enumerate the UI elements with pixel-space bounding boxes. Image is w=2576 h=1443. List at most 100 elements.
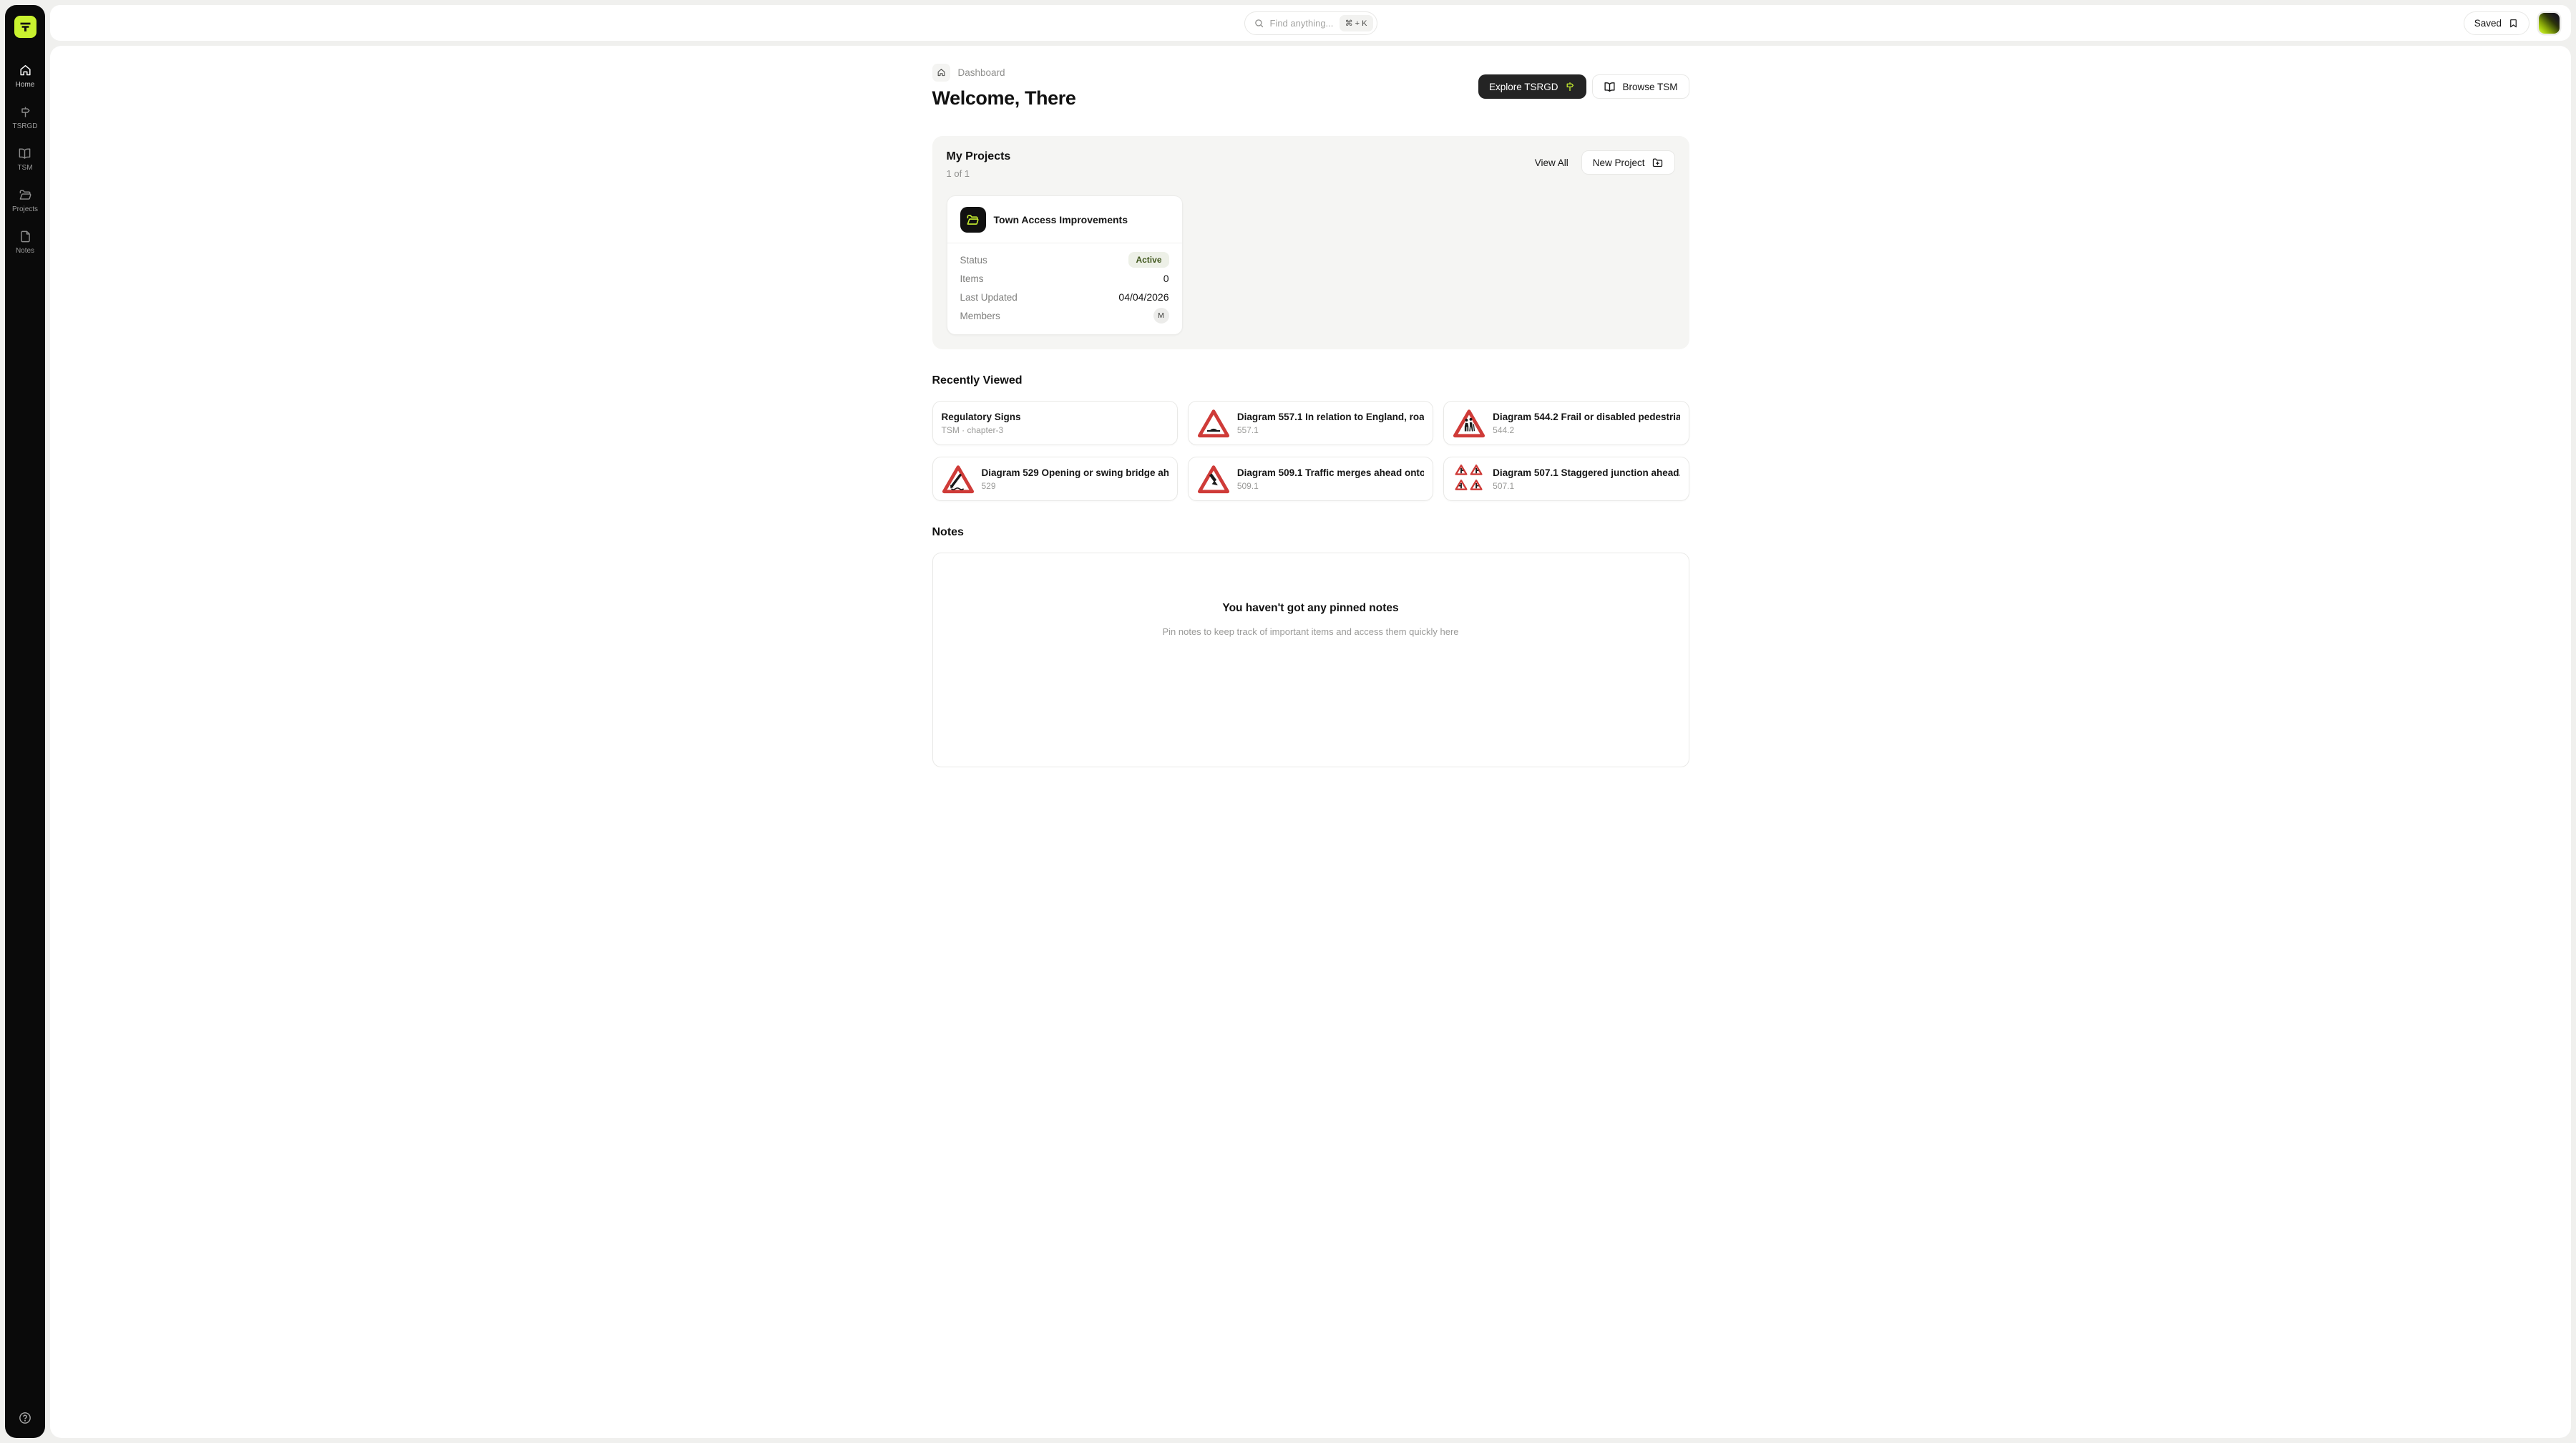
recent-card-diagram-509-1[interactable]: Diagram 509.1 Traffic merges ahead onto … bbox=[1188, 457, 1433, 501]
my-projects-count: 1 of 1 bbox=[947, 168, 1011, 179]
recent-card-subtitle: TSM · chapter-3 bbox=[942, 425, 1021, 435]
recent-card-diagram-544-2[interactable]: Diagram 544.2 Frail or disabled pedestri… bbox=[1443, 401, 1689, 445]
signpost-icon bbox=[1564, 81, 1576, 92]
folder-open-icon bbox=[19, 188, 32, 202]
notes-title: Notes bbox=[932, 526, 1689, 539]
home-icon bbox=[19, 64, 32, 77]
view-all-link[interactable]: View All bbox=[1535, 157, 1568, 168]
recently-viewed-grid: Regulatory Signs TSM · chapter-3 bbox=[932, 401, 1689, 501]
recent-card-title: Regulatory Signs bbox=[942, 412, 1021, 422]
book-open-icon bbox=[18, 147, 31, 160]
recent-card-subtitle: 557.1 bbox=[1237, 425, 1424, 435]
sidebar-item-projects[interactable]: Projects bbox=[12, 188, 38, 213]
recent-card-text: Diagram 544.2 Frail or disabled pedestri… bbox=[1493, 412, 1679, 435]
new-project-label: New Project bbox=[1593, 157, 1645, 168]
sign-staggered-junction-icon bbox=[1453, 463, 1485, 495]
page-title: Welcome, There bbox=[932, 87, 1076, 110]
breadcrumb-label: Dashboard bbox=[958, 67, 1005, 78]
home-icon bbox=[937, 68, 946, 77]
recent-card-title: Diagram 509.1 Traffic merges ahead onto … bbox=[1237, 467, 1424, 478]
recent-card-title: Diagram 544.2 Frail or disabled pedestri… bbox=[1493, 412, 1679, 422]
field-label: Items bbox=[960, 273, 984, 284]
recent-card-text: Diagram 529 Opening or swing bridge ahea… bbox=[982, 467, 1169, 491]
recent-card-subtitle: 507.1 bbox=[1493, 481, 1679, 491]
signpost-icon bbox=[19, 105, 32, 119]
sidebar-item-label: Notes bbox=[16, 247, 34, 255]
t-logo-icon bbox=[19, 20, 32, 34]
folder-plus-icon bbox=[1652, 157, 1664, 169]
explore-tsrgd-button[interactable]: Explore TSRGD bbox=[1478, 74, 1587, 99]
search-input[interactable] bbox=[1270, 18, 1334, 29]
project-field-row: Last Updated 04/04/2026 bbox=[960, 288, 1169, 306]
sidebar-item-tsrgd[interactable]: TSRGD bbox=[13, 105, 38, 130]
notes-empty-title: You haven't got any pinned notes bbox=[933, 602, 1689, 615]
my-projects-actions: View All New Project bbox=[1535, 150, 1675, 175]
recent-card-subtitle: 529 bbox=[982, 481, 1169, 491]
user-avatar[interactable] bbox=[2539, 13, 2560, 34]
topbar: ⌘ + K Saved bbox=[50, 5, 2571, 41]
app-root: Home TSRGD TSM bbox=[0, 0, 2576, 1443]
page-actions: Explore TSRGD bbox=[1478, 74, 1689, 99]
notes-empty-subtitle: Pin notes to keep track of important ite… bbox=[933, 626, 1689, 637]
project-field-row: Status Active bbox=[960, 251, 1169, 269]
recent-card-diagram-507-1[interactable]: Diagram 507.1 Staggered junction ahead..… bbox=[1443, 457, 1689, 501]
field-label: Status bbox=[960, 255, 987, 266]
content-container: Dashboard Welcome, There Explore TSRGD bbox=[932, 46, 1689, 1438]
new-project-button[interactable]: New Project bbox=[1581, 150, 1675, 175]
app-logo[interactable] bbox=[14, 16, 36, 38]
recent-card-text: Regulatory Signs TSM · chapter-3 bbox=[942, 412, 1021, 435]
field-label: Last Updated bbox=[960, 292, 1018, 303]
my-projects-head: My Projects 1 of 1 View All New Project bbox=[947, 150, 1675, 179]
browse-tsm-label: Browse TSM bbox=[1622, 82, 1677, 92]
recent-card-regulatory-signs[interactable]: Regulatory Signs TSM · chapter-3 bbox=[932, 401, 1178, 445]
book-open-icon bbox=[1604, 81, 1616, 93]
sidebar-item-home[interactable]: Home bbox=[16, 64, 35, 89]
recent-card-text: Diagram 509.1 Traffic merges ahead onto … bbox=[1237, 467, 1424, 491]
help-button[interactable] bbox=[18, 1411, 32, 1425]
breadcrumb-home-chip[interactable] bbox=[932, 64, 950, 82]
search-icon bbox=[1254, 18, 1264, 29]
sign-frail-pedestrians-icon bbox=[1453, 407, 1485, 439]
my-projects-head-left: My Projects 1 of 1 bbox=[947, 150, 1011, 179]
sidebar-item-label: Home bbox=[16, 81, 35, 89]
recent-card-title: Diagram 557.1 In relation to England, ro… bbox=[1237, 412, 1424, 422]
recent-card-text: Diagram 507.1 Staggered junction ahead..… bbox=[1493, 467, 1679, 491]
help-circle-icon bbox=[18, 1411, 32, 1425]
project-field-row: Members M bbox=[960, 306, 1169, 325]
saved-button[interactable]: Saved bbox=[2464, 11, 2529, 35]
my-projects-panel: My Projects 1 of 1 View All New Project bbox=[932, 136, 1689, 349]
folder-open-icon bbox=[960, 207, 986, 233]
sign-opening-bridge-icon bbox=[942, 463, 975, 495]
page-head: Dashboard Welcome, There Explore TSRGD bbox=[932, 64, 1689, 110]
field-label: Members bbox=[960, 311, 1000, 321]
explore-tsrgd-label: Explore TSRGD bbox=[1489, 82, 1558, 92]
recent-card-title: Diagram 507.1 Staggered junction ahead..… bbox=[1493, 467, 1679, 478]
saved-button-label: Saved bbox=[2474, 18, 2502, 29]
browse-tsm-button[interactable]: Browse TSM bbox=[1592, 74, 1689, 99]
main-content: Dashboard Welcome, There Explore TSRGD bbox=[50, 46, 2571, 1438]
sign-road-hump-icon bbox=[1197, 407, 1230, 439]
sign-traffic-merges-icon bbox=[1197, 463, 1230, 495]
project-card-head: Town Access Improvements bbox=[960, 207, 1169, 233]
recent-card-subtitle: 509.1 bbox=[1237, 481, 1424, 491]
my-projects-title: My Projects bbox=[947, 150, 1011, 163]
recently-viewed-title: Recently Viewed bbox=[932, 374, 1689, 387]
sidebar-item-label: TSM bbox=[17, 164, 32, 172]
sidebar-item-label: TSRGD bbox=[13, 122, 38, 130]
recent-card-subtitle: 544.2 bbox=[1493, 425, 1679, 435]
sidebar-item-label: Projects bbox=[12, 205, 38, 213]
project-card[interactable]: Town Access Improvements Status Active I… bbox=[947, 195, 1183, 335]
notes-empty-card: You haven't got any pinned notes Pin not… bbox=[932, 553, 1689, 767]
sidebar-item-tsm[interactable]: TSM bbox=[17, 147, 32, 172]
recent-card-text: Diagram 557.1 In relation to England, ro… bbox=[1237, 412, 1424, 435]
field-value: 0 bbox=[1163, 273, 1169, 284]
sidebar: Home TSRGD TSM bbox=[5, 5, 45, 1438]
project-field-row: Items 0 bbox=[960, 269, 1169, 288]
global-search[interactable]: ⌘ + K bbox=[1244, 11, 1377, 35]
recent-card-diagram-529[interactable]: Diagram 529 Opening or swing bridge ahea… bbox=[932, 457, 1178, 501]
recent-card-diagram-557-1[interactable]: Diagram 557.1 In relation to England, ro… bbox=[1188, 401, 1433, 445]
sidebar-item-notes[interactable]: Notes bbox=[16, 230, 34, 255]
sidebar-nav: Home TSRGD TSM bbox=[12, 64, 38, 255]
right-column: ⌘ + K Saved bbox=[50, 5, 2571, 1438]
search-shortcut: ⌘ + K bbox=[1340, 15, 1373, 31]
